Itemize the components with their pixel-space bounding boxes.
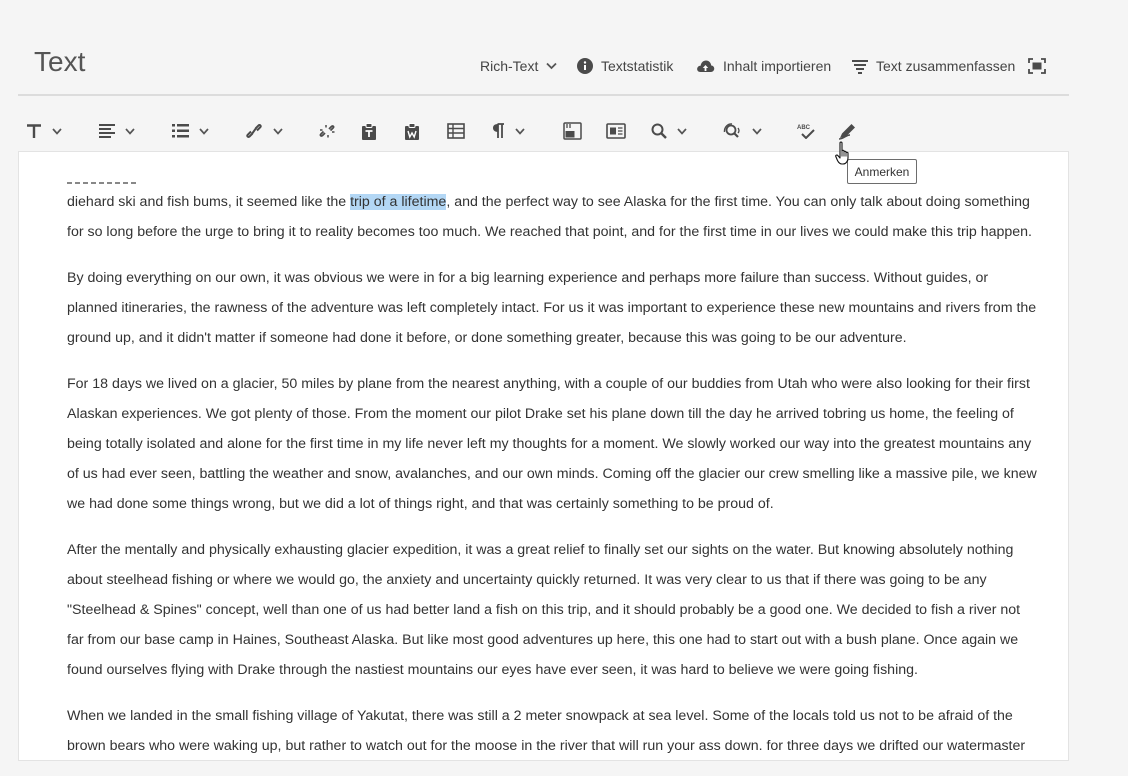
format-dropdown[interactable]: Rich-Text [480,56,557,76]
text-format-icon [27,123,41,138]
rte-toolbar: ABC [18,112,1069,150]
chevron-down-icon [546,62,557,70]
link-dropdown[interactable] [245,112,283,150]
paste-text-icon [362,122,376,140]
align-dropdown[interactable] [99,112,135,150]
image-button[interactable] [563,112,582,150]
editor-content[interactable]: diehard ski and fish bums, it seemed lik… [67,187,1039,760]
chevron-down-icon [52,127,62,135]
info-icon [577,58,593,74]
paragraph[interactable]: After the mentally and physically exhaus… [67,535,1039,685]
text-format-dropdown[interactable] [26,112,62,150]
align-icon [99,124,115,138]
paragraph[interactable]: When we landed in the small fishing vill… [67,701,1039,760]
selected-text[interactable]: trip of a lifetime [350,194,447,210]
spellcheck-icon: ABC [797,125,815,139]
hand-cursor-icon [835,141,849,165]
chevron-down-icon [199,127,209,135]
chevron-down-icon [125,127,135,135]
link-icon [246,124,262,138]
insert-media-icon [606,123,626,139]
paste-word-icon [405,122,419,140]
summarize-text-button[interactable]: Text zusammenfassen [852,56,1015,76]
spellcheck-button[interactable]: ABC [797,112,816,150]
clipped-text-edge [67,182,139,184]
paragraph-icon [493,123,504,138]
format-dropdown-label: Rich-Text [480,58,539,74]
chevron-down-icon [752,127,762,135]
rich-text-editor[interactable]: diehard ski and fish bums, it seemed lik… [18,151,1069,761]
paragraph[interactable]: diehard ski and fish bums, it seemed lik… [67,187,1039,247]
fullscreen-button[interactable] [1028,56,1046,76]
page-title: Text [34,46,86,77]
text-stats-button[interactable]: Textstatistik [577,56,673,76]
chevron-down-icon [515,127,525,135]
paste-text-button[interactable] [361,112,377,150]
annotate-icon [838,123,855,140]
list-dropdown[interactable] [172,112,209,150]
insert-media-button[interactable] [606,112,626,150]
table-icon [447,123,465,139]
unlink-icon [319,125,335,138]
fullscreen-icon [1028,58,1046,74]
summarize-icon [852,60,868,74]
annotate-tooltip: Anmerken [847,159,917,184]
paragraph-dropdown[interactable] [492,112,525,150]
find-replace-icon [723,123,740,138]
summarize-text-label: Text zusammenfassen [876,58,1016,74]
search-dropdown[interactable] [651,112,687,150]
paste-word-button[interactable] [404,112,420,150]
import-content-button[interactable]: Inhalt importieren [696,56,831,76]
paragraph[interactable]: For 18 days we lived on a glacier, 50 mi… [67,369,1039,519]
editor-header: Text Rich-Text Textstatistik Inhalt impo… [18,36,1069,96]
table-button[interactable] [447,112,465,150]
unlink-button[interactable] [318,112,336,150]
image-icon [563,122,582,140]
import-content-label: Inhalt importieren [723,58,832,74]
find-replace-dropdown[interactable] [723,112,762,150]
search-icon [651,123,667,139]
paragraph[interactable]: By doing everything on our own, it was o… [67,263,1039,353]
text-stats-label: Textstatistik [601,58,674,74]
list-icon [172,124,189,138]
cloud-upload-icon [697,60,715,72]
paragraph-text: diehard ski and fish bums, it seemed lik… [67,194,351,210]
svg-text:ABC: ABC [797,125,811,131]
chevron-down-icon [273,127,283,135]
chevron-down-icon [677,127,687,135]
